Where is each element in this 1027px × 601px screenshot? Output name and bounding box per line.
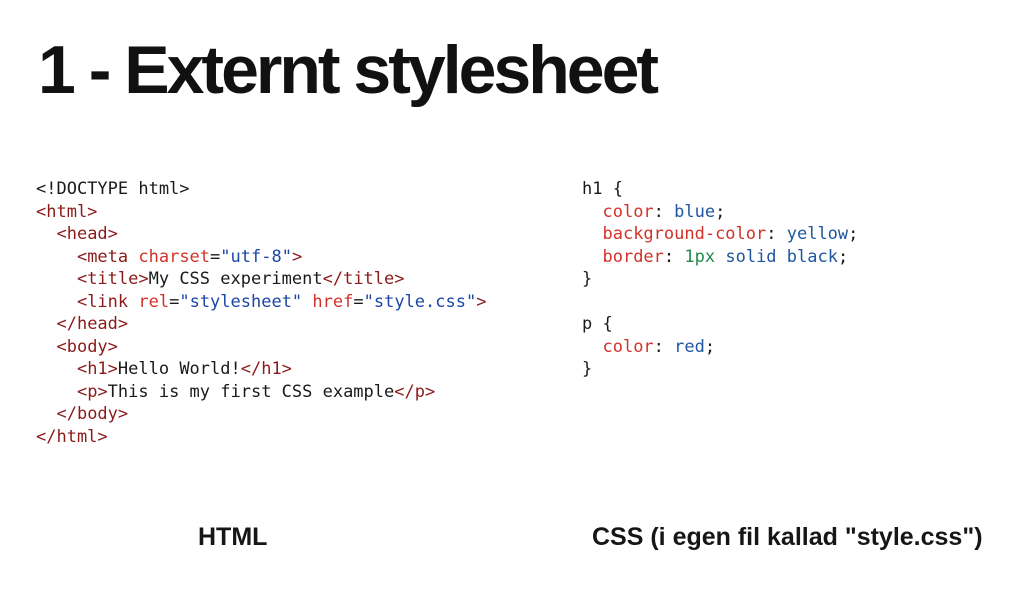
code-line: <body> [36, 336, 486, 359]
code-token: = [210, 246, 221, 267]
code-token: = [169, 291, 180, 312]
code-line: </html> [36, 426, 486, 449]
code-line: <title>My CSS experiment</title> [36, 268, 486, 291]
code-token: </title> [322, 269, 405, 289]
code-token: "style.css" [363, 291, 477, 312]
code-token: <meta [76, 246, 139, 267]
code-token: </body> [56, 404, 129, 424]
code-line: p { [582, 313, 858, 336]
code-token: } [582, 269, 593, 289]
code-token: </html> [36, 426, 108, 447]
code-token: red [674, 336, 705, 357]
code-token: background-color [602, 224, 767, 244]
code-token: ; [715, 201, 726, 222]
code-token: border [602, 246, 664, 267]
code-line: <p>This is my first CSS example</p> [36, 381, 486, 404]
slide-title: 1 - Externt stylesheet [38, 32, 659, 108]
code-token: href [312, 291, 354, 312]
code-token: ; [837, 246, 849, 267]
code-line: <head> [36, 223, 486, 246]
code-token: solid [725, 246, 777, 267]
code-token: "stylesheet" [179, 291, 303, 312]
code-token: p { [582, 314, 613, 334]
code-token: : [653, 336, 675, 357]
code-line: background-color: yellow; [582, 223, 858, 246]
code-token: color [602, 336, 654, 357]
css-code-block: h1 { color: blue; background-color: yell… [582, 178, 858, 381]
code-token: > [291, 246, 303, 267]
code-line: color: red; [582, 336, 858, 359]
code-line: </body> [36, 403, 486, 426]
code-line: <link rel="stylesheet" href="style.css"> [36, 291, 487, 314]
code-token: My CSS experiment [148, 269, 323, 289]
code-token: : [766, 224, 787, 244]
code-line: } [582, 268, 858, 291]
code-line: border: 1px solid black; [582, 246, 858, 269]
code-token: <p> [76, 381, 108, 402]
code-token: <link [76, 291, 139, 312]
code-token: 1px [684, 246, 716, 267]
code-token: <body> [56, 336, 118, 357]
code-token: </head> [56, 314, 129, 334]
code-line: <meta charset="utf-8"> [36, 246, 486, 269]
code-token: <h1> [76, 359, 118, 379]
code-token: ; [704, 336, 716, 357]
code-token: This is my first CSS example [107, 381, 395, 402]
code-line: } [582, 358, 858, 381]
code-token: <!DOCTYPE html> [36, 179, 190, 199]
code-token: : [663, 246, 685, 267]
code-line: </head> [36, 313, 486, 336]
code-token: </p> [394, 381, 436, 402]
code-token: "utf-8" [220, 246, 292, 267]
html-caption: HTML [198, 523, 268, 551]
code-token: <html> [36, 201, 98, 222]
code-line: color: blue; [582, 201, 858, 224]
html-code-block: <!DOCTYPE html> <html> <head> <meta chars… [36, 178, 486, 448]
code-token: <head> [56, 224, 118, 244]
code-token: yellow [786, 224, 849, 244]
code-token: color [602, 201, 654, 222]
code-line: <!DOCTYPE html> [36, 178, 486, 201]
code-token: : [653, 201, 675, 222]
code-token: = [353, 291, 364, 312]
code-token: rel [138, 291, 170, 312]
code-line: <h1>Hello World!</h1> [36, 358, 486, 381]
code-token: blue [674, 201, 716, 222]
code-token: </h1> [240, 359, 292, 379]
code-token: ; [848, 224, 859, 244]
code-token: <title> [76, 269, 149, 289]
code-token: } [582, 359, 593, 379]
code-token: > [476, 291, 487, 312]
code-line: <html> [36, 201, 486, 224]
code-line: h1 { [582, 178, 858, 201]
code-token: black [786, 246, 838, 267]
css-caption: CSS (i egen fil kallad "style.css") [592, 523, 983, 551]
code-token: Hello World! [117, 359, 241, 379]
code-token: h1 { [582, 179, 623, 199]
code-token: charset [138, 246, 211, 267]
